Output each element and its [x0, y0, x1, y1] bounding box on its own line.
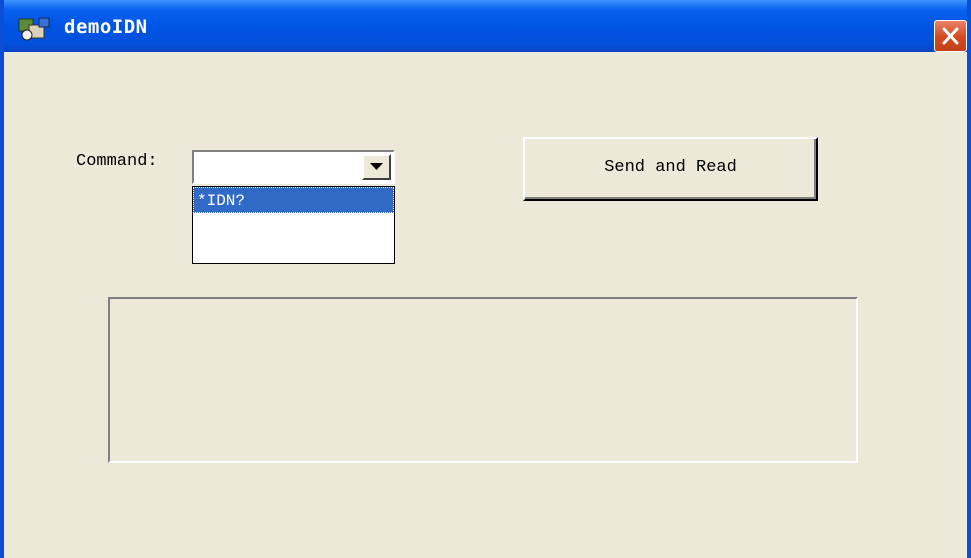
- title-bar[interactable]: demoIDN: [4, 0, 967, 52]
- command-label: Command:: [76, 152, 158, 171]
- app-window: demoIDN Command: *IDN? Send and Read: [0, 0, 971, 558]
- combo-dropdown-button[interactable]: [362, 154, 391, 180]
- dropdown-option-idn[interactable]: *IDN?: [193, 187, 394, 213]
- send-and-read-button[interactable]: Send and Read: [523, 137, 818, 201]
- close-icon: [942, 27, 959, 45]
- command-combobox[interactable]: [192, 150, 395, 184]
- dropdown-arrow-icon: [370, 163, 383, 170]
- command-dropdown-list: *IDN?: [192, 186, 395, 264]
- app-icon: [18, 16, 54, 42]
- window-title: demoIDN: [64, 16, 148, 38]
- response-output-box: [108, 297, 858, 463]
- close-button[interactable]: [934, 20, 967, 52]
